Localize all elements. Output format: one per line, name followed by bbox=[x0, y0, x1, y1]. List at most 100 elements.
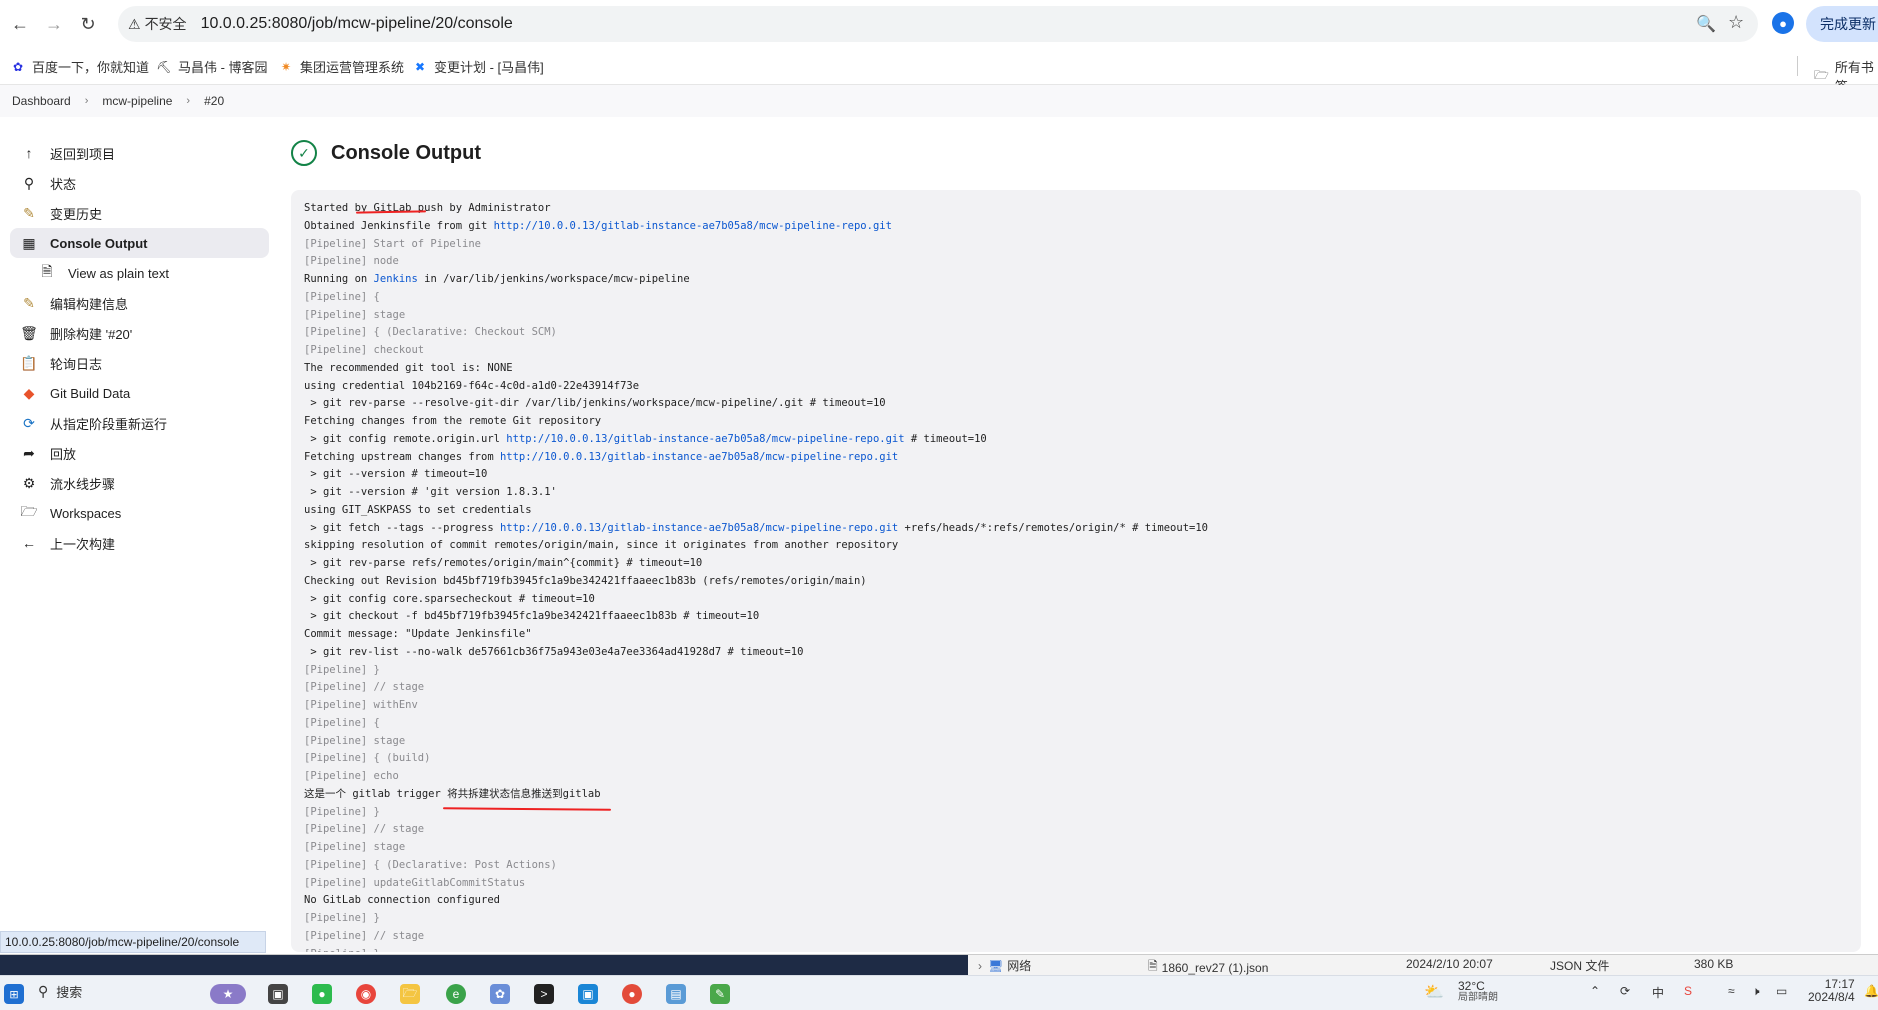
sidebar-item-back-to-project[interactable]: ↑ 返回到项目 bbox=[10, 138, 269, 168]
ime-indicator[interactable]: 中 bbox=[1652, 984, 1664, 1001]
page-header: ✓ Console Output bbox=[291, 140, 481, 166]
profile-avatar-icon[interactable]: ● bbox=[1772, 12, 1794, 34]
terminal-icon[interactable]: > bbox=[534, 984, 554, 1004]
arrow-left-icon: ← bbox=[22, 535, 36, 551]
console-line-text: [Pipeline] { (Declarative: Post Actions) bbox=[304, 858, 557, 871]
console-link[interactable]: http://10.0.0.13/gitlab-instance-ae7b05a… bbox=[500, 451, 898, 463]
sidebar-item-replay[interactable]: ➦ 回放 bbox=[10, 438, 269, 468]
console-link[interactable]: http://10.0.0.13/gitlab-instance-ae7b05a… bbox=[494, 220, 892, 232]
replay-icon: ➦ bbox=[23, 444, 35, 461]
breadcrumb-job[interactable]: mcw-pipeline bbox=[102, 94, 172, 108]
baidu-paw-icon: ✿ bbox=[12, 59, 24, 74]
browser-icon[interactable]: e bbox=[446, 984, 466, 1004]
clock[interactable]: 17:17 2024/8/4 bbox=[1808, 978, 1855, 1004]
bookmark-item[interactable]: ✖ 变更计划 - [马昌伟] bbox=[412, 57, 544, 76]
console-output-panel: Started by GitLab push by Administrator O… bbox=[291, 190, 1861, 952]
arrow-left-icon: ← bbox=[11, 13, 29, 34]
chevron-up-icon[interactable]: ⌃ bbox=[1590, 984, 1600, 998]
gear-icon: ⚙ bbox=[22, 474, 36, 491]
notes-icon[interactable]: ● bbox=[622, 984, 642, 1004]
app-icon[interactable]: ✿ bbox=[490, 984, 510, 1004]
sidebar-item-restart-from-stage[interactable]: ⟳ 从指定阶段重新运行 bbox=[10, 408, 269, 438]
security-indicator[interactable]: ⚠ 不安全 bbox=[128, 14, 187, 34]
url-text[interactable]: 10.0.0.25:8080/job/mcw-pipeline/20/conso… bbox=[201, 15, 513, 33]
battery-icon[interactable]: ▭ bbox=[1776, 984, 1787, 998]
bookmark-star-icon[interactable]: ☆ bbox=[1728, 12, 1744, 33]
zoom-search-icon[interactable]: 🔍 bbox=[1696, 14, 1716, 34]
console-line: Fetching changes from the remote Git rep… bbox=[304, 413, 1861, 431]
windows-start-icon[interactable]: ⊞ bbox=[4, 984, 24, 1004]
sidebar-item-edit-build-info[interactable]: ✎ 编辑构建信息 bbox=[10, 288, 269, 318]
sidebar-item-previous-build[interactable]: ← 上一次构建 bbox=[10, 528, 269, 558]
editor-icon[interactable]: ✎ bbox=[710, 984, 730, 1004]
sidebar-item-polling-log[interactable]: 📋 轮询日志 bbox=[10, 348, 269, 378]
console-link[interactable]: http://10.0.0.13/gitlab-instance-ae7b05a… bbox=[506, 433, 904, 445]
console-line: using credential 104b2169-f64c-4c0d-a1d0… bbox=[304, 378, 1861, 396]
console-link[interactable]: http://10.0.0.13/gitlab-instance-ae7b05a… bbox=[500, 522, 898, 534]
console-line-text: > git rev-list --no-walk de57661cb36f75a… bbox=[304, 645, 804, 658]
explorer-file-row[interactable]: › 🖥 网络 🗎 1860_rev27 (1).json 2024/2/10 2… bbox=[968, 955, 1878, 975]
sidebar-item-pipeline-steps[interactable]: ⚙ 流水线步骤 bbox=[10, 468, 269, 498]
console-line: > git checkout -f bd45bf719fb3945fc1a9be… bbox=[304, 608, 1861, 626]
weather-icon[interactable]: ⛅ bbox=[1424, 982, 1444, 1002]
sidebar-item-label: Git Build Data bbox=[50, 385, 131, 401]
sogou-icon[interactable]: S bbox=[1684, 984, 1692, 998]
bookmark-item[interactable]: ✿ 百度一下，你就知道 bbox=[10, 57, 149, 76]
sidebar-item-label: 删除构建 '#20' bbox=[50, 326, 133, 342]
console-line-text: [Pipeline] } bbox=[304, 805, 380, 818]
weather-widget[interactable]: 32°C 局部晴朗 bbox=[1458, 980, 1498, 1004]
console-line: [Pipeline] // stage bbox=[304, 821, 1861, 839]
sidebar-item-label: Workspaces bbox=[50, 505, 122, 521]
console-line: > git --version # 'git version 1.8.3.1' bbox=[304, 484, 1861, 502]
sync-icon[interactable]: ⟳ bbox=[1620, 984, 1630, 998]
file-explorer-icon[interactable]: 🗁 bbox=[400, 984, 420, 1004]
bookmark-label: 马昌伟 - 博客园 bbox=[178, 60, 268, 75]
wechat-icon[interactable]: ● bbox=[312, 984, 332, 1004]
search-icon: ⚲ bbox=[38, 983, 49, 999]
breadcrumb-build[interactable]: #20 bbox=[204, 94, 224, 108]
sidebar-item-git-build-data[interactable]: ◆ Git Build Data bbox=[10, 378, 269, 408]
console-line: [Pipeline] // stage bbox=[304, 679, 1861, 697]
task-view-icon[interactable]: ▣ bbox=[268, 984, 288, 1004]
sidebar-item-changes[interactable]: ✎ 变更历史 bbox=[10, 198, 269, 228]
console-line: > git rev-parse refs/remotes/origin/main… bbox=[304, 555, 1861, 573]
console-line: Commit message: "Update Jenkinsfile" bbox=[304, 626, 1861, 644]
console-line-text: > git rev-parse refs/remotes/origin/main… bbox=[304, 557, 703, 569]
back-button[interactable]: ← bbox=[8, 12, 32, 36]
notification-bell-icon[interactable]: 🔔 bbox=[1864, 984, 1878, 998]
sidebar-item-label: 流水线步骤 bbox=[50, 476, 116, 492]
taskbar-search-label: 搜索 bbox=[56, 985, 83, 1000]
remote-desktop-icon[interactable]: ▣ bbox=[578, 984, 598, 1004]
breadcrumb-dashboard[interactable]: Dashboard bbox=[12, 94, 71, 108]
forward-button[interactable]: → bbox=[42, 12, 66, 36]
widgets-icon[interactable]: ★ bbox=[210, 984, 246, 1004]
explorer-folder-entry[interactable]: › 🖥 网络 bbox=[978, 957, 1031, 974]
monitor-icon[interactable]: ▤ bbox=[666, 984, 686, 1004]
bookmark-item[interactable]: ✷ 集团运营管理系统 bbox=[278, 57, 404, 76]
console-line-text: [Pipeline] { bbox=[304, 716, 380, 729]
reload-button[interactable]: ↻ bbox=[76, 12, 100, 36]
console-line-text: > git fetch --tags --progress bbox=[304, 521, 500, 534]
sidebar-item-plain-text[interactable]: 🗎 View as plain text bbox=[28, 258, 269, 288]
console-line-text: [Pipeline] withEnv bbox=[304, 699, 418, 711]
sidebar-item-console-output[interactable]: ▦ Console Output bbox=[10, 228, 269, 258]
sidebar-item-delete-build[interactable]: 🗑 删除构建 '#20' bbox=[10, 318, 269, 348]
console-line-text: [Pipeline] } bbox=[304, 948, 380, 953]
sidebar-item-status[interactable]: ⚲ 状态 bbox=[10, 168, 269, 198]
console-link[interactable]: Jenkins bbox=[374, 273, 418, 285]
volume-icon[interactable]: 🕨 bbox=[1752, 984, 1760, 999]
git-icon: ◆ bbox=[23, 384, 35, 401]
wifi-icon[interactable]: ≈ bbox=[1728, 984, 1735, 998]
console-line-text: [Pipeline] node bbox=[304, 255, 399, 268]
chrome-icon[interactable]: ◉ bbox=[356, 984, 376, 1004]
console-line: Running on Jenkins in /var/lib/jenkins/w… bbox=[304, 271, 1861, 289]
sidebar-item-workspaces[interactable]: 🗁 Workspaces bbox=[10, 498, 269, 528]
update-button[interactable]: 完成更新 bbox=[1806, 6, 1878, 42]
taskbar-search[interactable]: ⚲ 搜索 bbox=[38, 982, 82, 1001]
console-line-text: [Pipeline] echo bbox=[304, 770, 399, 782]
bookmark-item[interactable]: ⛏ 马昌伟 - 博客园 bbox=[156, 57, 268, 76]
console-line-text: in /var/lib/jenkins/workspace/mcw-pipeli… bbox=[417, 273, 690, 285]
address-bar[interactable]: ⚠ 不安全 10.0.0.25:8080/job/mcw-pipeline/20… bbox=[118, 6, 1758, 42]
rerun-icon: ⟳ bbox=[23, 414, 35, 431]
notepad-edit-icon: ✎ bbox=[23, 294, 35, 311]
